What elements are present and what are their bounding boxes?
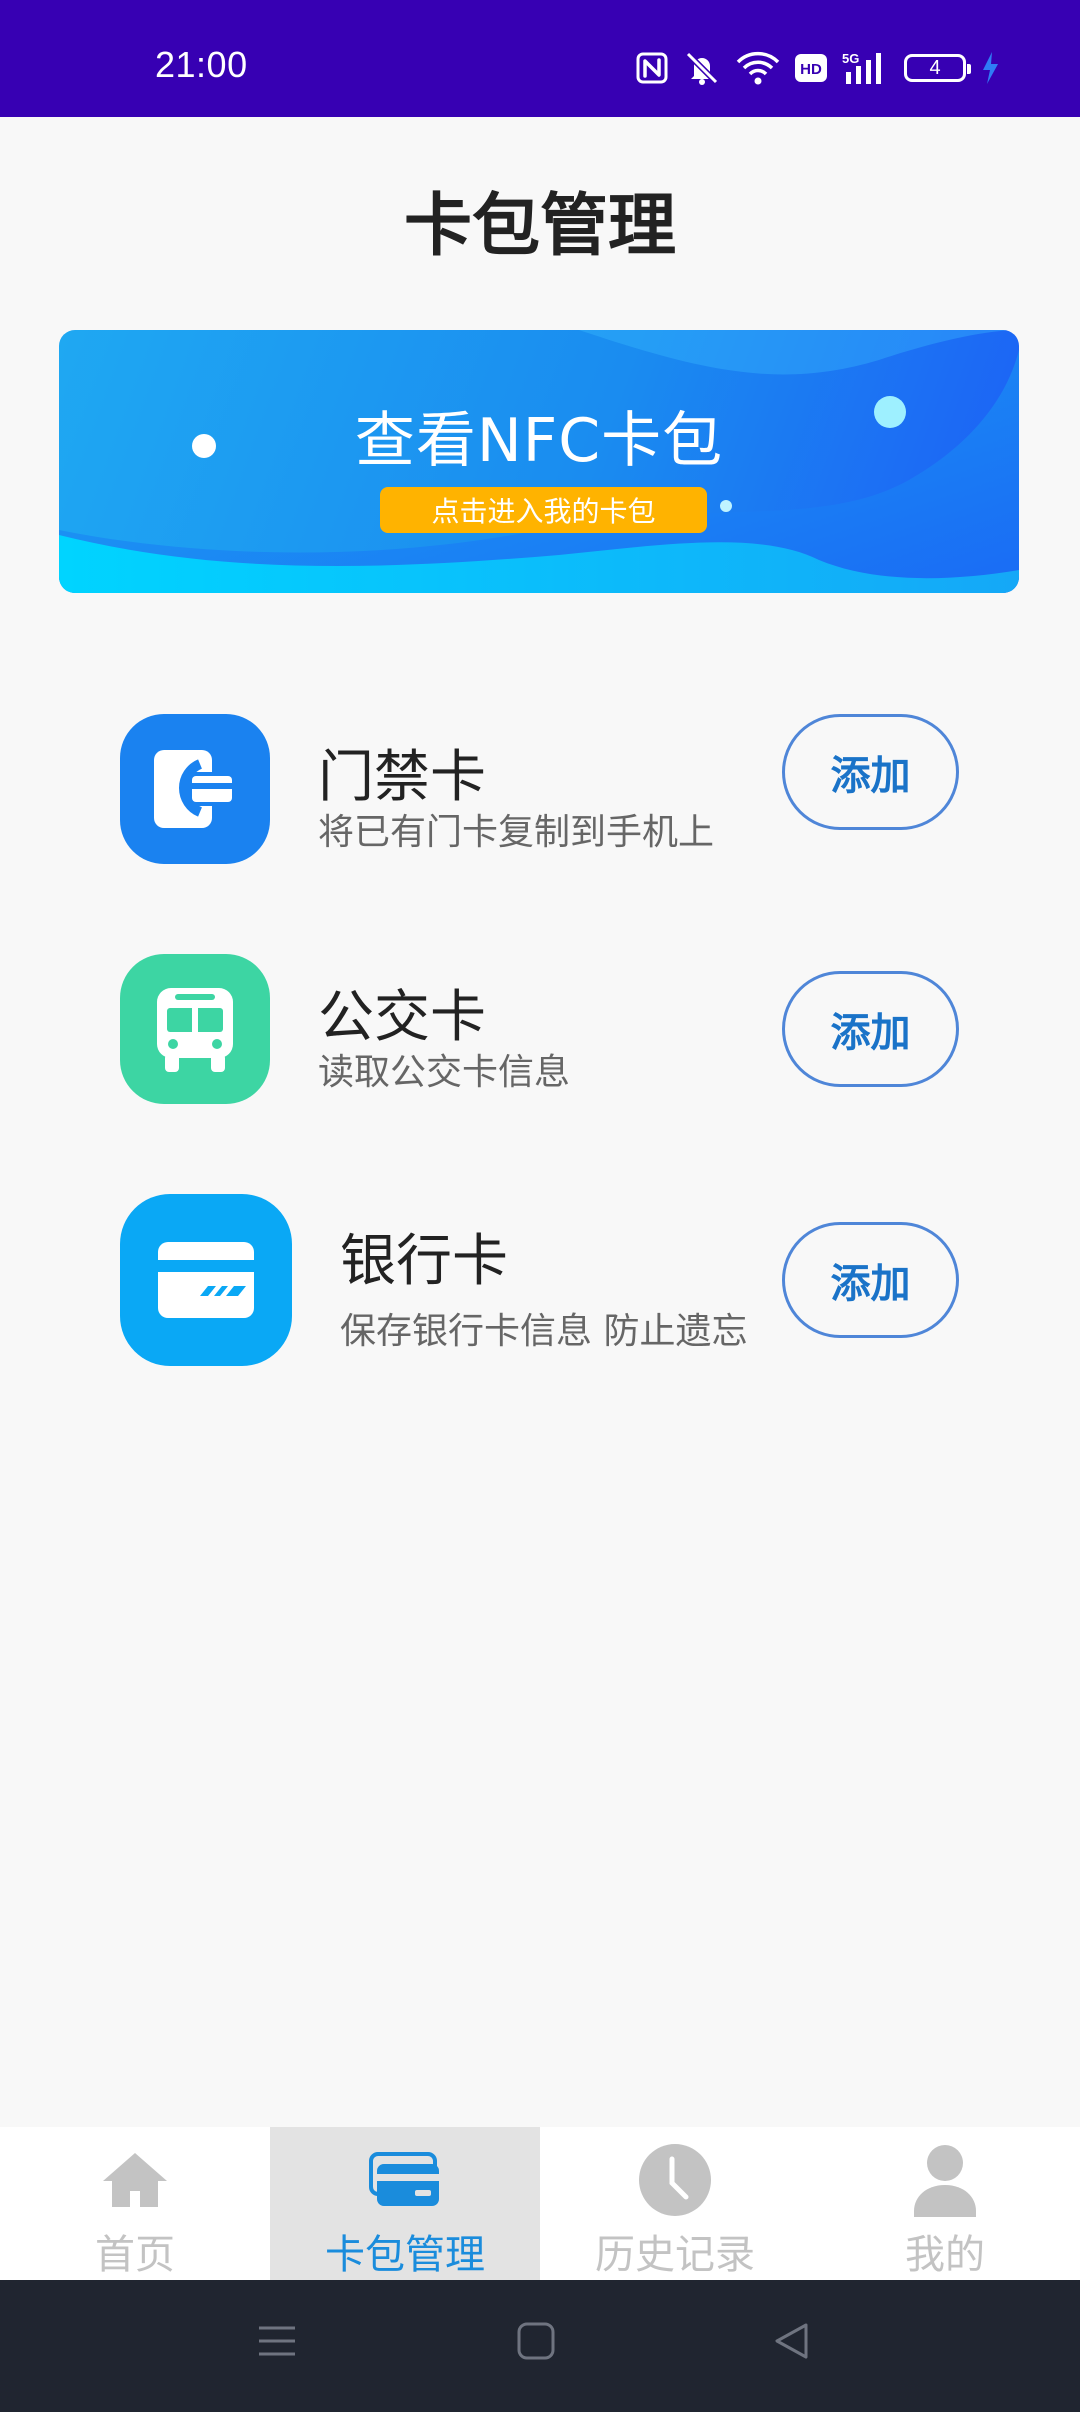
nav-item-profile[interactable]: 我的 — [810, 2127, 1080, 2280]
svg-text:HD: HD — [800, 61, 822, 78]
wifi-icon — [736, 50, 780, 86]
battery-icon: 4 — [904, 54, 971, 82]
wallet-icon — [367, 2141, 443, 2218]
card-row-bus: 公交卡 读取公交卡信息 添加 — [0, 954, 1080, 1104]
card-title: 公交卡 — [318, 985, 486, 1050]
nav-label: 历史记录 — [595, 2232, 755, 2278]
add-bank-card-button[interactable]: 添加 — [782, 1222, 959, 1338]
charging-icon — [980, 50, 1000, 86]
enter-wallet-button[interactable]: 点击进入我的卡包 — [380, 487, 707, 533]
card-title: 门禁卡 — [318, 745, 486, 810]
bus-icon — [120, 954, 270, 1104]
system-navigation-bar — [0, 2280, 1080, 2412]
add-bus-card-button[interactable]: 添加 — [782, 971, 959, 1087]
mute-icon — [682, 50, 722, 86]
nfc-icon — [636, 52, 668, 84]
nav-item-wallet[interactable]: 卡包管理 — [270, 2127, 540, 2280]
page-title: 卡包管理 — [403, 187, 676, 266]
status-time: 21:00 — [155, 44, 248, 85]
home-button-icon[interactable] — [516, 2320, 556, 2366]
clock-icon — [638, 2141, 712, 2218]
nav-item-home[interactable]: 首页 — [0, 2127, 270, 2280]
status-icons: HD 5G 4 — [636, 48, 1000, 88]
hd-icon: HD — [794, 53, 828, 83]
card-description: 读取公交卡信息 — [318, 1052, 571, 1093]
nfc-wallet-banner[interactable]: 查看NFC卡包 点击进入我的卡包 — [59, 330, 1019, 593]
home-icon — [101, 2141, 169, 2218]
bottom-navigation: 首页 卡包管理 历史记录 我的 — [0, 2127, 1080, 2280]
access-card-icon — [120, 714, 270, 864]
svg-text:5G: 5G — [842, 51, 859, 66]
card-row-bank: 银行卡 保存银行卡信息 防止遗忘 添加 — [0, 1194, 1080, 1366]
bank-card-icon — [120, 1194, 292, 1366]
card-title: 银行卡 — [340, 1229, 508, 1294]
card-row-access: 门禁卡 将已有门卡复制到手机上 添加 — [0, 714, 1080, 864]
menu-icon[interactable] — [256, 2320, 298, 2366]
nav-label: 我的 — [905, 2232, 985, 2278]
nav-label: 卡包管理 — [325, 2232, 485, 2278]
card-description: 将已有门卡复制到手机上 — [318, 812, 715, 853]
add-access-card-button[interactable]: 添加 — [782, 714, 959, 830]
nav-item-history[interactable]: 历史记录 — [540, 2127, 810, 2280]
banner-title: 查看NFC卡包 — [354, 406, 724, 476]
nav-label: 首页 — [95, 2232, 175, 2278]
signal-5g-icon: 5G — [842, 50, 890, 86]
card-description: 保存银行卡信息 防止遗忘 — [340, 1311, 748, 1352]
user-icon — [912, 2141, 978, 2218]
banner-dot — [720, 500, 732, 512]
back-icon[interactable] — [772, 2320, 812, 2366]
status-bar: 21:00 HD 5G 4 — [0, 0, 1080, 117]
